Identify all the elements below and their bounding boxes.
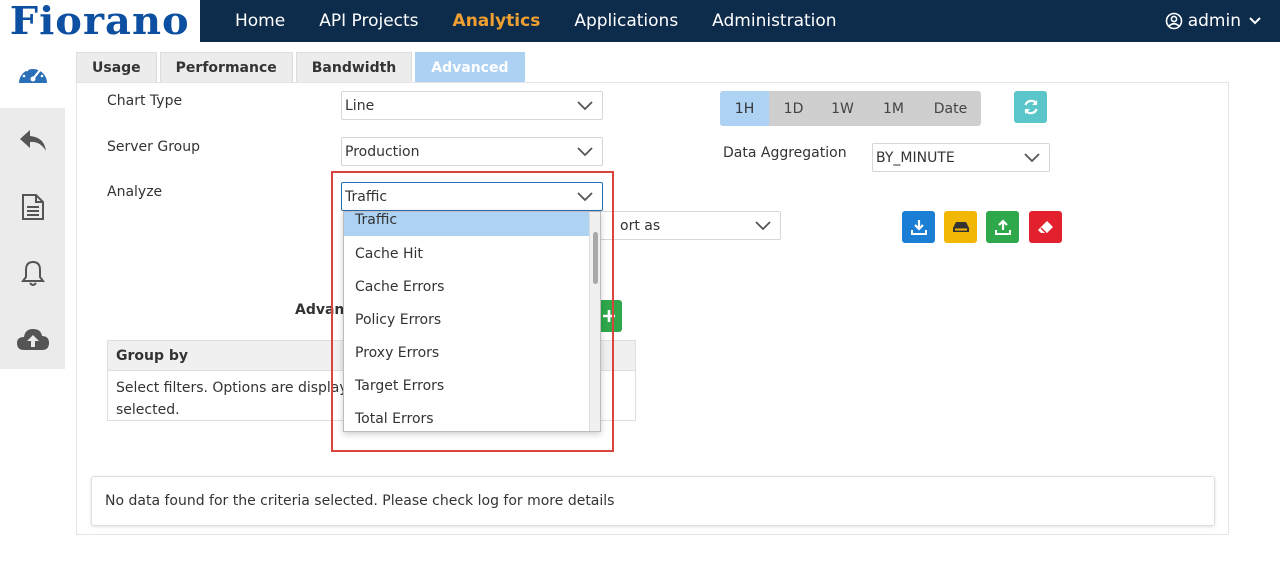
range-1m[interactable]: 1M xyxy=(867,91,920,126)
option-policy-errors[interactable]: Policy Errors xyxy=(344,303,590,336)
analyze-label: Analyze xyxy=(107,184,163,200)
fiorano-logo[interactable]: Fiorano xyxy=(0,0,200,42)
tab-advanced[interactable]: Advanced xyxy=(415,52,525,83)
hdd-icon xyxy=(952,222,969,232)
advanced-panel xyxy=(76,82,1229,535)
download-button[interactable] xyxy=(902,211,935,243)
bell-icon xyxy=(20,260,45,286)
range-1w[interactable]: 1W xyxy=(818,91,867,126)
chevron-down-icon xyxy=(577,101,593,111)
upload-icon xyxy=(994,219,1011,235)
tab-usage[interactable]: Usage xyxy=(76,52,157,83)
refresh-icon xyxy=(1023,99,1038,115)
user-name: admin xyxy=(1187,11,1241,31)
save-drive-button[interactable] xyxy=(944,211,977,243)
range-date[interactable]: Date xyxy=(920,91,981,126)
refresh-button[interactable] xyxy=(1014,91,1047,123)
dropdown-scrollbar[interactable] xyxy=(589,212,600,431)
document-icon xyxy=(21,194,44,220)
data-aggregation-label: Data Aggregation xyxy=(723,145,847,161)
main-nav: Home API Projects Analytics Applications… xyxy=(218,0,854,42)
data-aggregation-value: BY_MINUTE xyxy=(876,149,955,166)
data-aggregation-select[interactable]: BY_MINUTE xyxy=(872,143,1050,172)
logo-text: Fiorano xyxy=(10,0,190,43)
analyze-value: Traffic xyxy=(345,188,388,205)
server-group-value: Production xyxy=(345,143,420,160)
dashboard-icon xyxy=(18,66,47,83)
top-navbar: Fiorano Home API Projects Analytics Appl… xyxy=(0,0,1280,42)
nav-analytics[interactable]: Analytics xyxy=(453,11,541,31)
chevron-down-icon xyxy=(577,147,593,157)
chart-type-label: Chart Type xyxy=(107,93,183,109)
no-data-message: No data found for the criteria selected.… xyxy=(91,476,1215,526)
scrollbar-thumb[interactable] xyxy=(593,232,598,284)
analytics-tabs: Usage Performance Bandwidth Advanced xyxy=(76,52,528,83)
download-icon xyxy=(910,220,927,235)
option-target-errors[interactable]: Target Errors xyxy=(344,369,590,402)
chevron-down-icon xyxy=(1024,153,1040,163)
chart-type-value: Line xyxy=(345,97,375,114)
option-proxy-errors[interactable]: Proxy Errors xyxy=(344,336,590,369)
time-range-group: 1H 1D 1W 1M Date xyxy=(720,91,981,126)
sidebar-item-alerts[interactable] xyxy=(0,240,65,306)
nav-home[interactable]: Home xyxy=(235,11,285,31)
sort-as-select[interactable]: ort as xyxy=(600,211,781,240)
option-cache-errors[interactable]: Cache Errors xyxy=(344,270,590,303)
sidebar-item-upload[interactable] xyxy=(0,306,65,372)
nav-administration[interactable]: Administration xyxy=(712,11,836,31)
range-1d[interactable]: 1D xyxy=(769,91,818,126)
tab-performance[interactable]: Performance xyxy=(159,52,293,83)
chart-type-select[interactable]: Line xyxy=(341,91,603,120)
option-total-errors[interactable]: Total Errors xyxy=(344,402,590,431)
plus-icon xyxy=(603,310,615,322)
sidebar-item-dashboard[interactable] xyxy=(0,42,65,108)
sort-as-text: ort as xyxy=(620,217,661,234)
cloud-upload-icon xyxy=(16,329,49,350)
analyze-dropdown-list: Traffic Cache Hit Cache Errors Policy Er… xyxy=(343,211,601,432)
left-sidebar xyxy=(0,42,65,369)
option-traffic[interactable]: Traffic xyxy=(344,212,590,236)
reply-icon xyxy=(19,130,46,151)
nav-applications[interactable]: Applications xyxy=(574,11,678,31)
sidebar-item-reply[interactable] xyxy=(0,108,65,174)
clear-button[interactable] xyxy=(1029,211,1062,243)
range-1h[interactable]: 1H xyxy=(720,91,769,126)
user-circle-icon xyxy=(1165,12,1183,30)
chevron-down-icon xyxy=(755,221,771,231)
user-menu[interactable]: admin xyxy=(1165,0,1266,42)
nav-api-projects[interactable]: API Projects xyxy=(319,11,418,31)
server-group-label: Server Group xyxy=(107,139,200,155)
sidebar-item-documents[interactable] xyxy=(0,174,65,240)
upload-button[interactable] xyxy=(986,211,1019,243)
analyze-select[interactable]: Traffic xyxy=(341,182,603,211)
option-cache-hit[interactable]: Cache Hit xyxy=(344,237,590,270)
chevron-down-icon xyxy=(577,192,593,202)
server-group-select[interactable]: Production xyxy=(341,137,603,166)
tab-bandwidth[interactable]: Bandwidth xyxy=(295,52,413,83)
caret-down-icon xyxy=(1249,17,1261,25)
eraser-icon xyxy=(1037,221,1053,234)
